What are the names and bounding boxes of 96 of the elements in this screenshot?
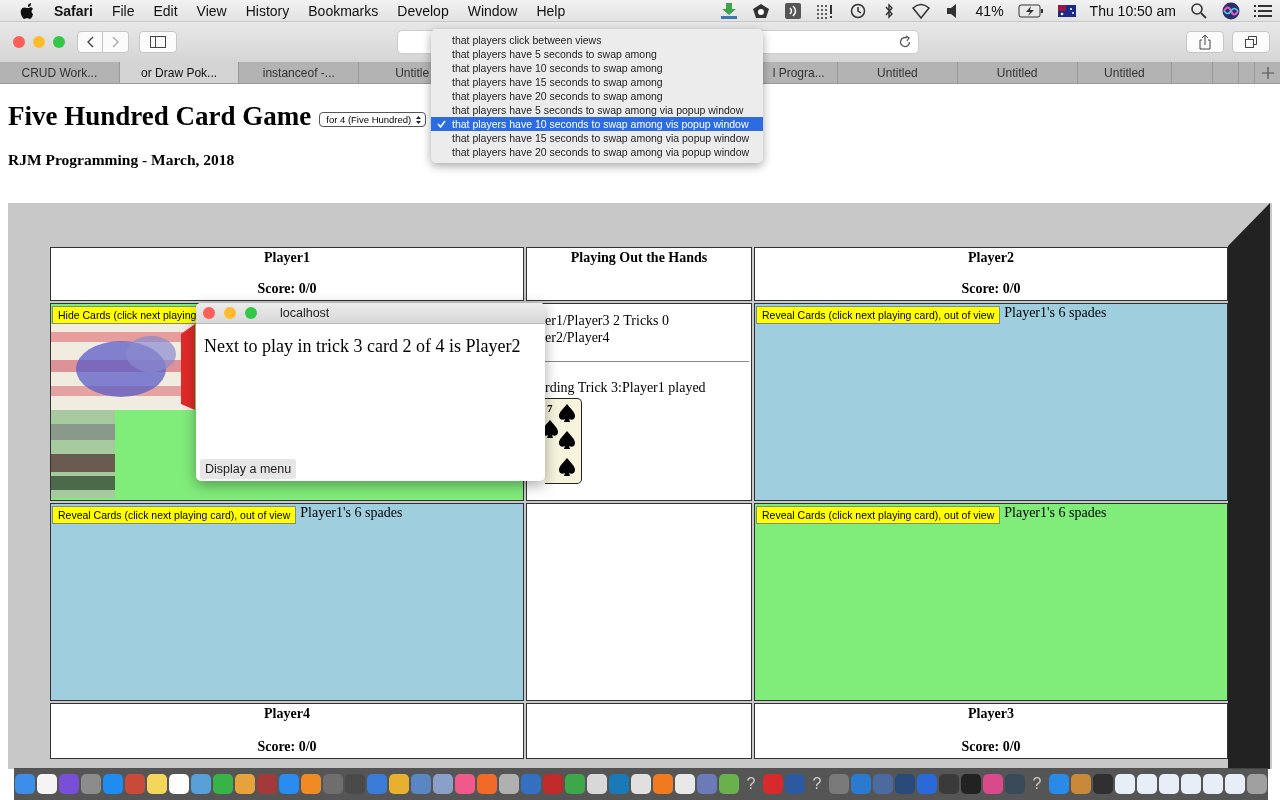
player-name: Player4 <box>263 706 311 722</box>
forward-icon <box>111 36 120 48</box>
window-control-button[interactable] <box>33 36 45 48</box>
menu-item[interactable]: Bookmarks <box>308 2 379 19</box>
menu-item[interactable]: View <box>196 2 227 19</box>
player-score: Score: 0/0 <box>960 739 1022 755</box>
menu-option[interactable]: that players have 5 seconds to swap among via popup window <box>431 103 763 117</box>
wifi-icon[interactable] <box>911 2 930 19</box>
back-icon <box>86 36 94 48</box>
share-icon <box>1199 34 1211 50</box>
window-control-button[interactable] <box>53 36 65 48</box>
dock-app-icon[interactable] <box>1159 774 1179 794</box>
player-score: Score: 0/0 <box>960 281 1022 297</box>
menu-clock[interactable]: Thu 10:50 am <box>1089 2 1176 19</box>
hand-summary: Player1's 6 spades <box>1004 505 1107 521</box>
players-select[interactable]: for 4 (Five Hundred) <box>319 112 427 127</box>
trick-note: rding Trick 3:Player1 played <box>545 379 707 396</box>
flag-icon[interactable] <box>1057 4 1076 17</box>
dock-app-icon[interactable] <box>235 774 255 794</box>
apple-logo-icon[interactable] <box>20 2 34 19</box>
dock-app-icon[interactable] <box>631 774 651 794</box>
siri-icon[interactable] <box>1222 1 1240 20</box>
search-icon[interactable] <box>1190 2 1208 19</box>
new-tab-icon[interactable] <box>1261 66 1274 79</box>
back-button[interactable] <box>77 31 103 53</box>
tabs-overview-button[interactable] <box>1232 31 1270 53</box>
menu-item[interactable]: History <box>245 2 290 19</box>
spades-drawing <box>545 404 575 476</box>
dock-unknown-app[interactable]: ? <box>1027 775 1047 793</box>
menu-item[interactable]: Window <box>467 2 518 19</box>
reveal-cards-button[interactable]: Reveal Cards (click next playing card), out of view <box>756 506 1001 524</box>
menu-option[interactable]: that players click between views <box>431 33 763 47</box>
dock-app-icon[interactable] <box>301 774 321 794</box>
forward-button[interactable] <box>103 31 129 53</box>
window-control-button[interactable] <box>203 307 215 319</box>
player-score: Score: 0/0 <box>256 739 318 755</box>
dock-app-icon[interactable] <box>1115 774 1135 794</box>
window-control-button[interactable] <box>224 307 236 319</box>
tabs-icon <box>1244 35 1258 49</box>
download-icon[interactable] <box>719 2 738 19</box>
menu-item[interactable]: Help <box>536 2 566 19</box>
window-control-button[interactable] <box>13 36 25 48</box>
dock-app-icon[interactable] <box>37 774 57 794</box>
display-menu-button[interactable]: Display a menu <box>200 459 297 479</box>
player-name: Player2 <box>967 250 1015 266</box>
dock-app-icon[interactable] <box>169 774 189 794</box>
dock-app-icon[interactable] <box>587 774 607 794</box>
menu-option[interactable]: that players have 15 seconds to swap among via popup window <box>431 131 763 145</box>
dock-app-icon[interactable] <box>499 774 519 794</box>
tricks-line: er1/Player3 2 Tricks 0 <box>545 312 671 329</box>
dock-app-icon[interactable] <box>675 774 695 794</box>
popup-message: Next to play in trick 3 card 2 of 4 is Player2 <box>203 335 522 358</box>
dock-app-icon[interactable] <box>389 774 409 794</box>
menu-option[interactable]: that players have 20 seconds to swap among <box>431 89 763 103</box>
menu-icon[interactable] <box>1254 2 1272 19</box>
browser-tab[interactable]: or Draw Pok... <box>119 62 240 83</box>
player-name: Player1 <box>263 250 311 266</box>
menu-item[interactable]: File <box>111 2 135 19</box>
window-control-button[interactable] <box>245 307 257 319</box>
share-button[interactable] <box>1186 31 1224 53</box>
menu-option[interactable]: that players have 15 seconds to swap among <box>431 75 763 89</box>
dock-app-icon[interactable] <box>1225 774 1245 794</box>
menu-option[interactable]: that players have 20 seconds to swap among via popup window <box>431 145 763 159</box>
column-heading: Playing Out the Hands <box>569 250 709 266</box>
menu-item[interactable]: Safari <box>54 2 93 19</box>
menu-item[interactable]: Develop <box>397 2 449 19</box>
sidebar-button[interactable] <box>139 31 177 53</box>
tricks-line: er2/Player4 <box>545 329 611 346</box>
reveal-cards-button[interactable]: Reveal Cards (click next playing card), out of view <box>52 506 297 524</box>
sound-waves-icon[interactable] <box>783 2 802 19</box>
reload-icon[interactable] <box>898 35 912 49</box>
dock-app-icon[interactable] <box>1181 774 1201 794</box>
dock-unknown-app[interactable]: ? <box>741 775 761 793</box>
hand-summary: Player1's 6 spades <box>1004 305 1107 321</box>
battery-percent: 41% <box>975 2 1004 19</box>
dock-app-icon[interactable] <box>1137 774 1157 794</box>
dock-unknown-app[interactable]: ? <box>807 775 827 793</box>
reveal-cards-button[interactable]: Reveal Cards (click next playing card), out of view <box>756 306 1001 324</box>
select-arrows-icon <box>415 115 423 125</box>
player-name: Player3 <box>967 706 1015 722</box>
menu-option[interactable]: that players have 5 seconds to swap among <box>431 47 763 61</box>
checkmark-icon <box>437 120 446 128</box>
menu-option[interactable]: that players have 10 seconds to swap among vis popup window <box>431 117 763 131</box>
menu-option[interactable]: that players have 10 seconds to swap among <box>431 61 763 75</box>
dot-grid-icon[interactable] <box>815 2 834 19</box>
battery-charging-icon[interactable] <box>1017 3 1044 18</box>
page-subtitle: RJM Programming - March, 2018 <box>8 151 235 169</box>
card-rank: 7 <box>547 401 553 416</box>
hand-summary: Player1's 6 spades <box>300 505 403 521</box>
player-score: Score: 0/0 <box>256 281 318 297</box>
menu-item[interactable]: Edit <box>153 2 178 19</box>
dock-app-icon[interactable] <box>1203 774 1223 794</box>
page-title: Five Hundred Card Game <box>8 101 312 132</box>
sidebar-icon <box>150 36 166 48</box>
dock-app-icon[interactable] <box>147 774 167 794</box>
popup-title: localhost <box>280 306 330 320</box>
